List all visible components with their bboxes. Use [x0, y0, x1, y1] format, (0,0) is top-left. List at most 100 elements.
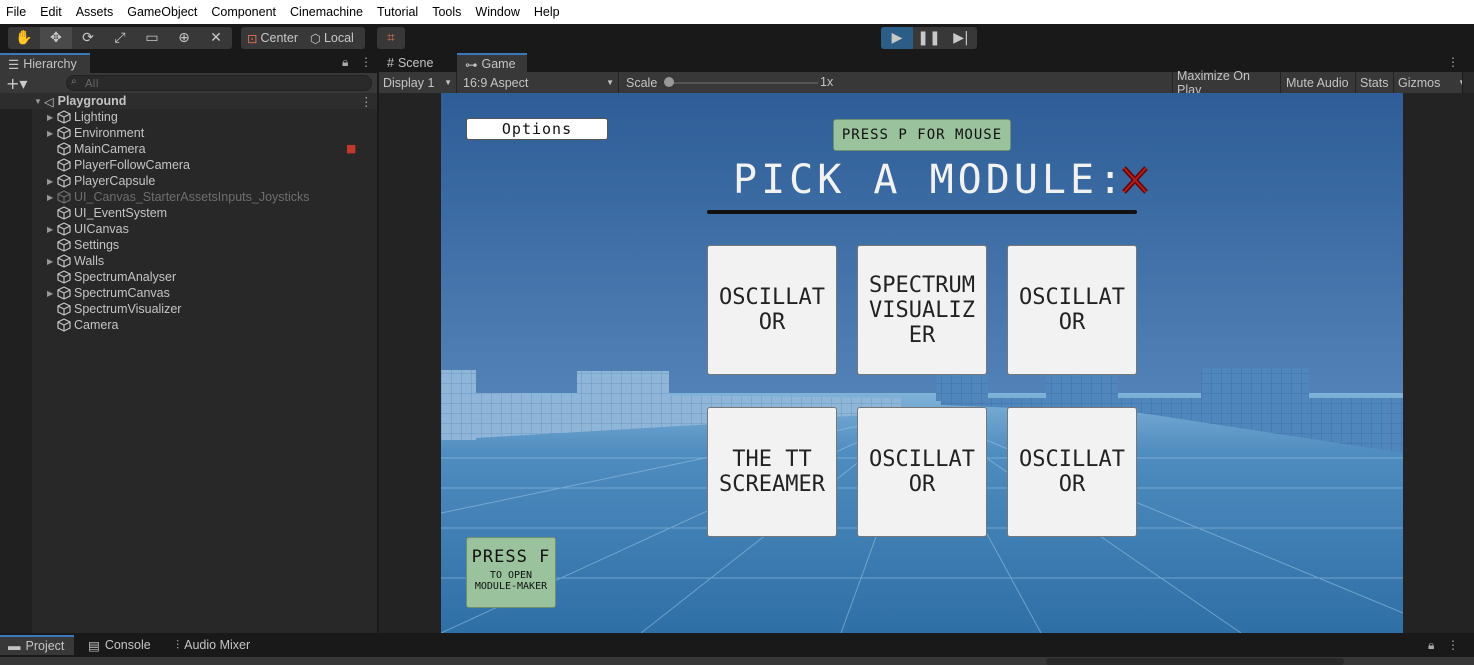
menu-bar: File Edit Assets GameObject Component Cinemac…: [0, 0, 1474, 24]
hierarchy-item[interactable]: SpectrumVisualizer: [0, 301, 377, 317]
pivot-center-button[interactable]: ⊡ Center: [241, 27, 304, 49]
module-card[interactable]: OSCILLAT OR: [707, 245, 837, 375]
view-menu-icon[interactable]: ⋮: [1447, 55, 1459, 69]
chevron-down-icon: ▼: [606, 78, 614, 87]
hierarchy-item[interactable]: ▶ UICanvas: [0, 221, 377, 237]
scrollbar[interactable]: [1462, 72, 1474, 93]
tab-scene-label: Scene: [397, 56, 434, 70]
mute-audio-toggle[interactable]: Mute Audio: [1282, 72, 1356, 93]
game-toolbar: Display 1 ▼ 16:9 Aspect ▼ Scale 1x Maximiz…: [379, 69, 1474, 97]
tab-hierarchy[interactable]: ☰ Hierarchy: [0, 53, 90, 73]
grid-snap-button[interactable]: ⌗: [377, 27, 405, 49]
menu-item-edit[interactable]: Edit: [40, 5, 62, 19]
hierarchy-item[interactable]: ▶ Walls: [0, 253, 377, 269]
chevron-down-icon: ▼: [444, 78, 452, 87]
hierarchy-item[interactable]: PlayerFollowCamera: [0, 157, 377, 173]
hierarchy-item[interactable]: ▶ Environment: [0, 125, 377, 141]
hierarchy-item[interactable]: ▶ PlayerCapsule: [0, 173, 377, 189]
cube-icon: ⬡: [310, 31, 321, 46]
module-card[interactable]: OSCILLAT OR: [857, 407, 987, 537]
move-tool-icon[interactable]: ✥: [40, 27, 72, 49]
game-viewport[interactable]: Options PRESS P FOR MOUSE PICK A MODULE:…: [441, 93, 1403, 633]
kebab-menu-icon[interactable]: ⋮: [360, 55, 372, 69]
lock-icon[interactable]: 🔒︎: [1428, 638, 1434, 653]
expand-arrow-icon[interactable]: ▶: [47, 289, 57, 298]
hierarchy-item[interactable]: SpectrumAnalyser: [0, 269, 377, 285]
mouse-hint-badge: PRESS P FOR MOUSE: [833, 119, 1011, 151]
maximize-on-play-toggle[interactable]: Maximize On Play: [1172, 69, 1281, 97]
expand-arrow-icon[interactable]: ▶: [47, 177, 57, 186]
custom-tool-icon[interactable]: ✕: [200, 27, 232, 49]
tab-game[interactable]: ⊶ Game: [457, 53, 527, 73]
menu-item-cinemachine[interactable]: Cinemachine: [290, 5, 363, 19]
aspect-label: 16:9 Aspect: [463, 75, 529, 90]
tab-scene[interactable]: # Scene: [379, 53, 451, 73]
menu-item-file[interactable]: File: [6, 5, 26, 19]
menu-item-gameobject[interactable]: GameObject: [127, 5, 197, 19]
options-button[interactable]: Options: [466, 118, 608, 140]
unity-scene-icon: ◁: [44, 94, 54, 109]
play-icon[interactable]: ▶: [881, 27, 913, 49]
project-search-input[interactable]: [1046, 658, 1344, 665]
menu-item-tutorial[interactable]: Tutorial: [377, 5, 418, 19]
add-object-button[interactable]: +▾: [6, 74, 27, 93]
hand-tool-icon[interactable]: ✋: [8, 27, 40, 49]
module-card[interactable]: OSCILLAT OR: [1007, 245, 1137, 375]
tab-console[interactable]: ▤ Console: [80, 635, 164, 655]
expand-arrow-icon[interactable]: ▶: [47, 113, 57, 122]
expand-arrow-icon[interactable]: ▼: [34, 97, 44, 106]
menu-item-window[interactable]: Window: [475, 5, 519, 19]
module-card[interactable]: THE TT SCREAMER: [707, 407, 837, 537]
expand-arrow-icon[interactable]: ▶: [47, 257, 57, 266]
gizmos-dropdown[interactable]: Gizmos▼: [1394, 72, 1466, 93]
tab-audio-mixer[interactable]: ⫶ Audio Mixer: [168, 635, 268, 655]
hierarchy-item[interactable]: ▶ Lighting: [0, 109, 377, 125]
scene-row[interactable]: ▼ ◁ Playground ⋮: [0, 93, 377, 109]
mixer-icon: ⫶: [176, 637, 180, 652]
gizmos-label: Gizmos: [1398, 75, 1441, 90]
panel-menu-icon[interactable]: ⋮: [1447, 638, 1459, 652]
display-label: Display 1: [383, 75, 435, 90]
gameobject-cube-icon: [57, 158, 71, 172]
scale-slider-track[interactable]: [668, 82, 818, 84]
gameobject-cube-icon: [57, 190, 71, 204]
close-x-icon[interactable]: [1121, 165, 1149, 195]
scale-tool-icon[interactable]: ⤢: [104, 27, 136, 49]
hierarchy-tabbar: ☰ Hierarchy 🔒︎ ⋮: [0, 53, 377, 73]
module-card[interactable]: SPECTRUM VISUALIZ ER: [857, 245, 987, 375]
aspect-dropdown[interactable]: 16:9 Aspect ▼: [459, 72, 619, 93]
rotate-tool-icon[interactable]: ⟳: [72, 27, 104, 49]
expand-arrow-icon[interactable]: ▶: [47, 129, 57, 138]
expand-arrow-icon[interactable]: ▶: [47, 193, 57, 202]
hierarchy-item[interactable]: UI_EventSystem: [0, 205, 377, 221]
hierarchy-panel: ☰ Hierarchy 🔒︎ ⋮ +▾ ⌕ All ▼ ◁ Playground …: [0, 53, 377, 633]
scale-slider-thumb[interactable]: [664, 77, 674, 87]
menu-item-tools[interactable]: Tools: [432, 5, 461, 19]
gameobject-cube-icon: [57, 174, 71, 188]
pause-icon[interactable]: ❚❚: [913, 27, 945, 49]
scene-menu-icon[interactable]: ⋮: [360, 94, 373, 109]
transform-tool-icon[interactable]: ⊕: [168, 27, 200, 49]
menu-item-help[interactable]: Help: [534, 5, 560, 19]
hierarchy-item[interactable]: ▶ UI_Canvas_StarterAssetsInputs_Joysticks: [0, 189, 377, 205]
step-icon[interactable]: ▶|: [945, 27, 977, 49]
scene-name: Playground: [57, 94, 127, 108]
display-dropdown[interactable]: Display 1 ▼: [379, 72, 457, 93]
lock-icon[interactable]: 🔒︎: [342, 55, 348, 70]
space-local-button[interactable]: ⬡ Local: [304, 27, 360, 49]
menu-item-assets[interactable]: Assets: [76, 5, 114, 19]
hierarchy-item[interactable]: ▶ SpectrumCanvas: [0, 285, 377, 301]
hierarchy-item[interactable]: Camera: [0, 317, 377, 333]
tab-project[interactable]: ▬ Project: [0, 635, 74, 655]
hierarchy-item[interactable]: Settings: [0, 237, 377, 253]
gameobject-cube-icon: [57, 126, 71, 140]
gameobject-cube-icon: [57, 110, 71, 124]
menu-item-component[interactable]: Component: [211, 5, 276, 19]
hierarchy-item[interactable]: MainCamera: [0, 141, 377, 157]
hierarchy-search-input[interactable]: ⌕ All: [66, 75, 372, 91]
rect-tool-icon[interactable]: ▭: [136, 27, 168, 49]
gameobject-cube-icon: [57, 206, 71, 220]
module-card[interactable]: OSCILLAT OR: [1007, 407, 1137, 537]
stats-toggle[interactable]: Stats: [1356, 72, 1394, 93]
expand-arrow-icon[interactable]: ▶: [47, 225, 57, 234]
